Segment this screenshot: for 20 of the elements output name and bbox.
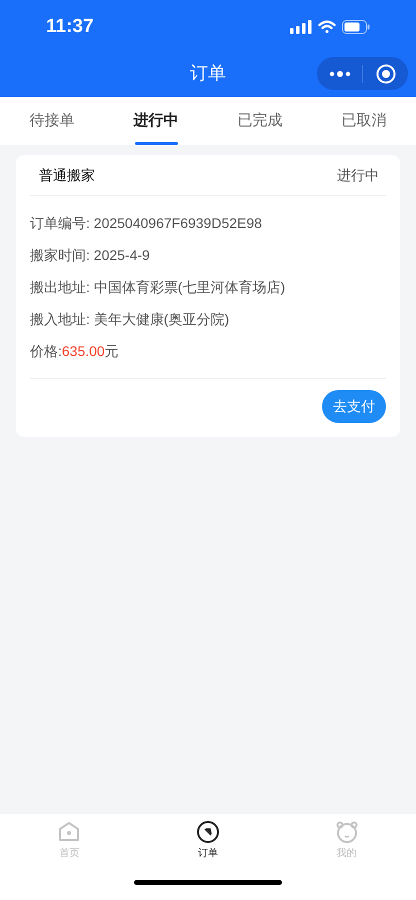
- order-type: 普通搬家: [39, 166, 95, 184]
- price-text: 价格:635.00元: [30, 342, 120, 360]
- tab-bar-item[interactable]: 订单: [138, 820, 278, 864]
- capsule-menu[interactable]: [317, 57, 408, 90]
- wifi-icon: [318, 20, 336, 34]
- more-icon[interactable]: [328, 70, 350, 78]
- tab[interactable]: 已完成: [208, 97, 312, 145]
- tab[interactable]: 进行中: [104, 97, 208, 145]
- order-detail: 搬家时间: 2025-4-9: [30, 246, 151, 264]
- order-status: 进行中: [337, 166, 379, 184]
- tab[interactable]: 已取消: [312, 97, 416, 145]
- order-detail: 订单编号: 2025040967F6939D52E98: [30, 214, 263, 232]
- status-time: 11:37: [46, 14, 94, 39]
- battery-icon: [342, 20, 370, 34]
- order-detail: 搬入地址: 美年大健康(奥亚分院): [30, 310, 230, 328]
- tab[interactable]: 待接单: [0, 97, 104, 145]
- page-title: 订单: [190, 62, 226, 85]
- order-detail: 搬出地址: 中国体育彩票(七里河体育场店): [30, 278, 286, 296]
- signal-icon: [290, 20, 312, 34]
- pay-button[interactable]: 去支付: [322, 390, 386, 423]
